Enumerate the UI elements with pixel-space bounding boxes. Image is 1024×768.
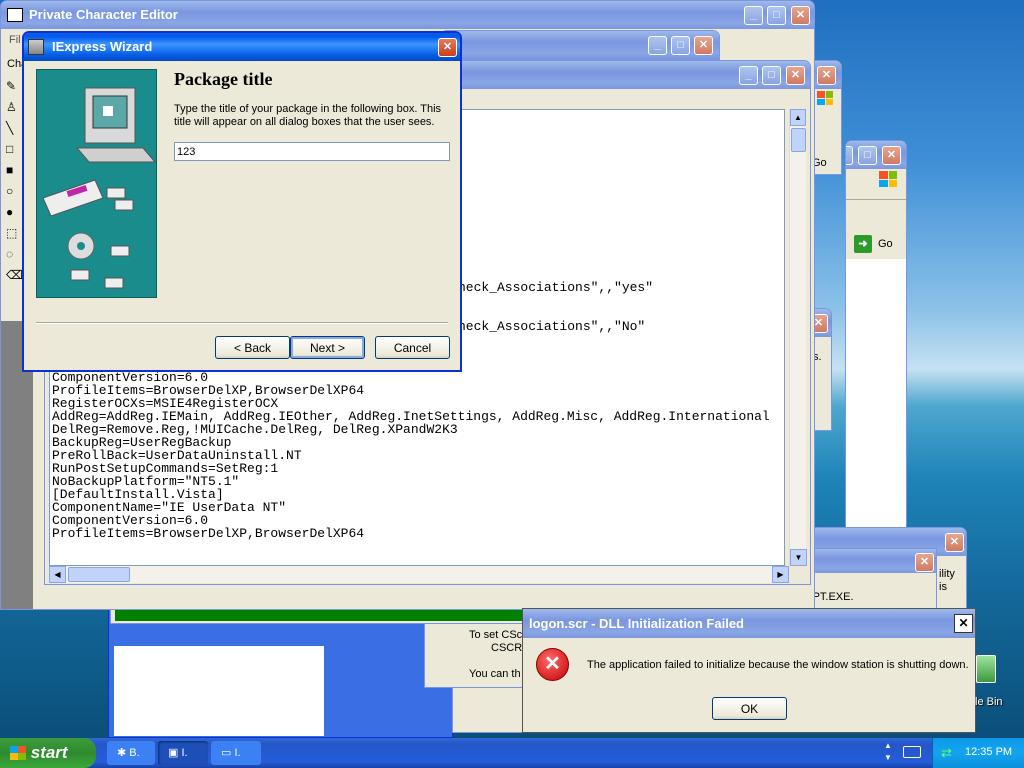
cancel-button[interactable]: Cancel — [375, 336, 450, 359]
minimize-button[interactable]: _ — [744, 6, 763, 25]
system-tray: ⇄ 12:35 PM — [932, 738, 1024, 768]
code-lines: ComponentVersion=6.0 ProfileItems=Browser… — [52, 371, 770, 540]
close-button[interactable]: ✕ — [786, 66, 805, 85]
taskbar-item-1[interactable]: ✱ B. — [107, 741, 155, 765]
windows-flag-icon — [10, 746, 26, 760]
scroll-left-button[interactable]: ◀ — [49, 566, 66, 583]
window-title: IExpress Wizard — [52, 39, 153, 54]
start-label: start — [30, 743, 68, 762]
maximize-button[interactable]: □ — [762, 66, 781, 85]
cscript-inner: To set CSc CSCRI You can th — [424, 620, 525, 688]
vertical-scrollbar[interactable]: ▲ ▼ — [789, 109, 807, 566]
windows-logo-icon — [817, 91, 833, 105]
error-message: The application failed to initialize bec… — [587, 659, 969, 671]
go-label[interactable]: Go — [878, 238, 893, 250]
maximize-button[interactable]: □ — [858, 146, 877, 165]
close-button[interactable]: ✕ — [954, 614, 973, 633]
error-dialog: logon.scr - DLL Initialization Failed ✕ … — [522, 608, 976, 733]
start-button[interactable]: start — [0, 738, 96, 768]
minimize-button[interactable]: _ — [846, 146, 853, 165]
recycle-bin-label[interactable]: le Bin — [975, 696, 1003, 708]
windows-logo-icon — [879, 171, 897, 187]
scroll-thumb[interactable] — [791, 128, 806, 152]
back-button[interactable]: < Back — [215, 336, 290, 359]
taskbar-item-2[interactable]: ▣ I. — [158, 741, 208, 765]
window-icon: ▭ — [221, 747, 232, 759]
taskbar-scroll[interactable]: ▲ ▼ — [882, 740, 894, 766]
close-button[interactable]: ✕ — [817, 66, 836, 85]
wizard-illustration — [36, 69, 157, 298]
minimize-button[interactable]: _ — [648, 36, 667, 55]
separator — [36, 322, 448, 324]
maximize-button[interactable]: □ — [767, 6, 786, 25]
iexpress-wizard-window: IExpress Wizard ✕ Package title Type the… — [22, 31, 462, 372]
horizontal-scrollbar[interactable]: ◀ ▶ — [49, 566, 789, 583]
error-titlebar: logon.scr - DLL Initialization Failed — [523, 609, 975, 638]
page-description: Type the title of your package in the fo… — [174, 103, 442, 128]
scroll-right-button[interactable]: ▶ — [772, 566, 789, 583]
scroll-thumb[interactable] — [68, 567, 130, 582]
taskbar: start ✱ B. ▣ I. ▭ I. ▲ ▼ ⇄ 12:35 PM — [0, 738, 1024, 768]
window-title: Private Character Editor — [29, 7, 178, 22]
network-icon[interactable]: ⇄ — [941, 745, 952, 761]
ok-button[interactable]: OK — [712, 697, 787, 720]
close-button[interactable]: ✕ — [945, 533, 964, 552]
close-button[interactable]: ✕ — [915, 553, 934, 572]
background-window-right: _ □ ✕ ➜ Go — [845, 140, 907, 530]
minimize-button[interactable]: _ — [739, 66, 758, 85]
next-button[interactable]: Next > — [290, 336, 365, 359]
code-line: ProfileItems=BrowserDelXP,BrowserDelXP64 — [52, 526, 365, 541]
clock[interactable]: 12:35 PM — [965, 746, 1012, 758]
background-window-mid: _ □ ✕ — [440, 30, 720, 60]
maximize-button[interactable]: □ — [671, 36, 690, 55]
recycle-bin-icon[interactable] — [976, 655, 996, 683]
go-arrow-icon[interactable]: ➜ — [854, 235, 872, 253]
app-icon — [7, 8, 23, 22]
close-button[interactable]: ✕ — [791, 6, 810, 25]
error-title: logon.scr - DLL Initialization Failed — [529, 616, 744, 631]
close-button[interactable]: ✕ — [882, 146, 901, 165]
error-icon: ✕ — [536, 648, 569, 681]
bluetooth-icon: ✱ — [117, 747, 127, 759]
keyboard-icon[interactable] — [903, 746, 921, 758]
close-button[interactable]: ✕ — [438, 38, 457, 57]
scroll-up-button[interactable]: ▲ — [790, 109, 806, 126]
package-title-input[interactable] — [174, 142, 450, 161]
page-heading: Package title — [174, 69, 273, 89]
iexpress-app-icon — [28, 39, 44, 55]
computer-disks-icon — [42, 87, 156, 289]
taskbar-item-3[interactable]: ▭ I. — [211, 741, 261, 765]
close-button[interactable]: ✕ — [694, 36, 713, 55]
installer-icon: ▣ — [168, 747, 179, 759]
desktop: _ □ ✕ ➜ Go ✕ Go ✕ s. ✕ ility is ✕ using … — [0, 0, 1024, 738]
scroll-down-button[interactable]: ▼ — [790, 549, 807, 566]
